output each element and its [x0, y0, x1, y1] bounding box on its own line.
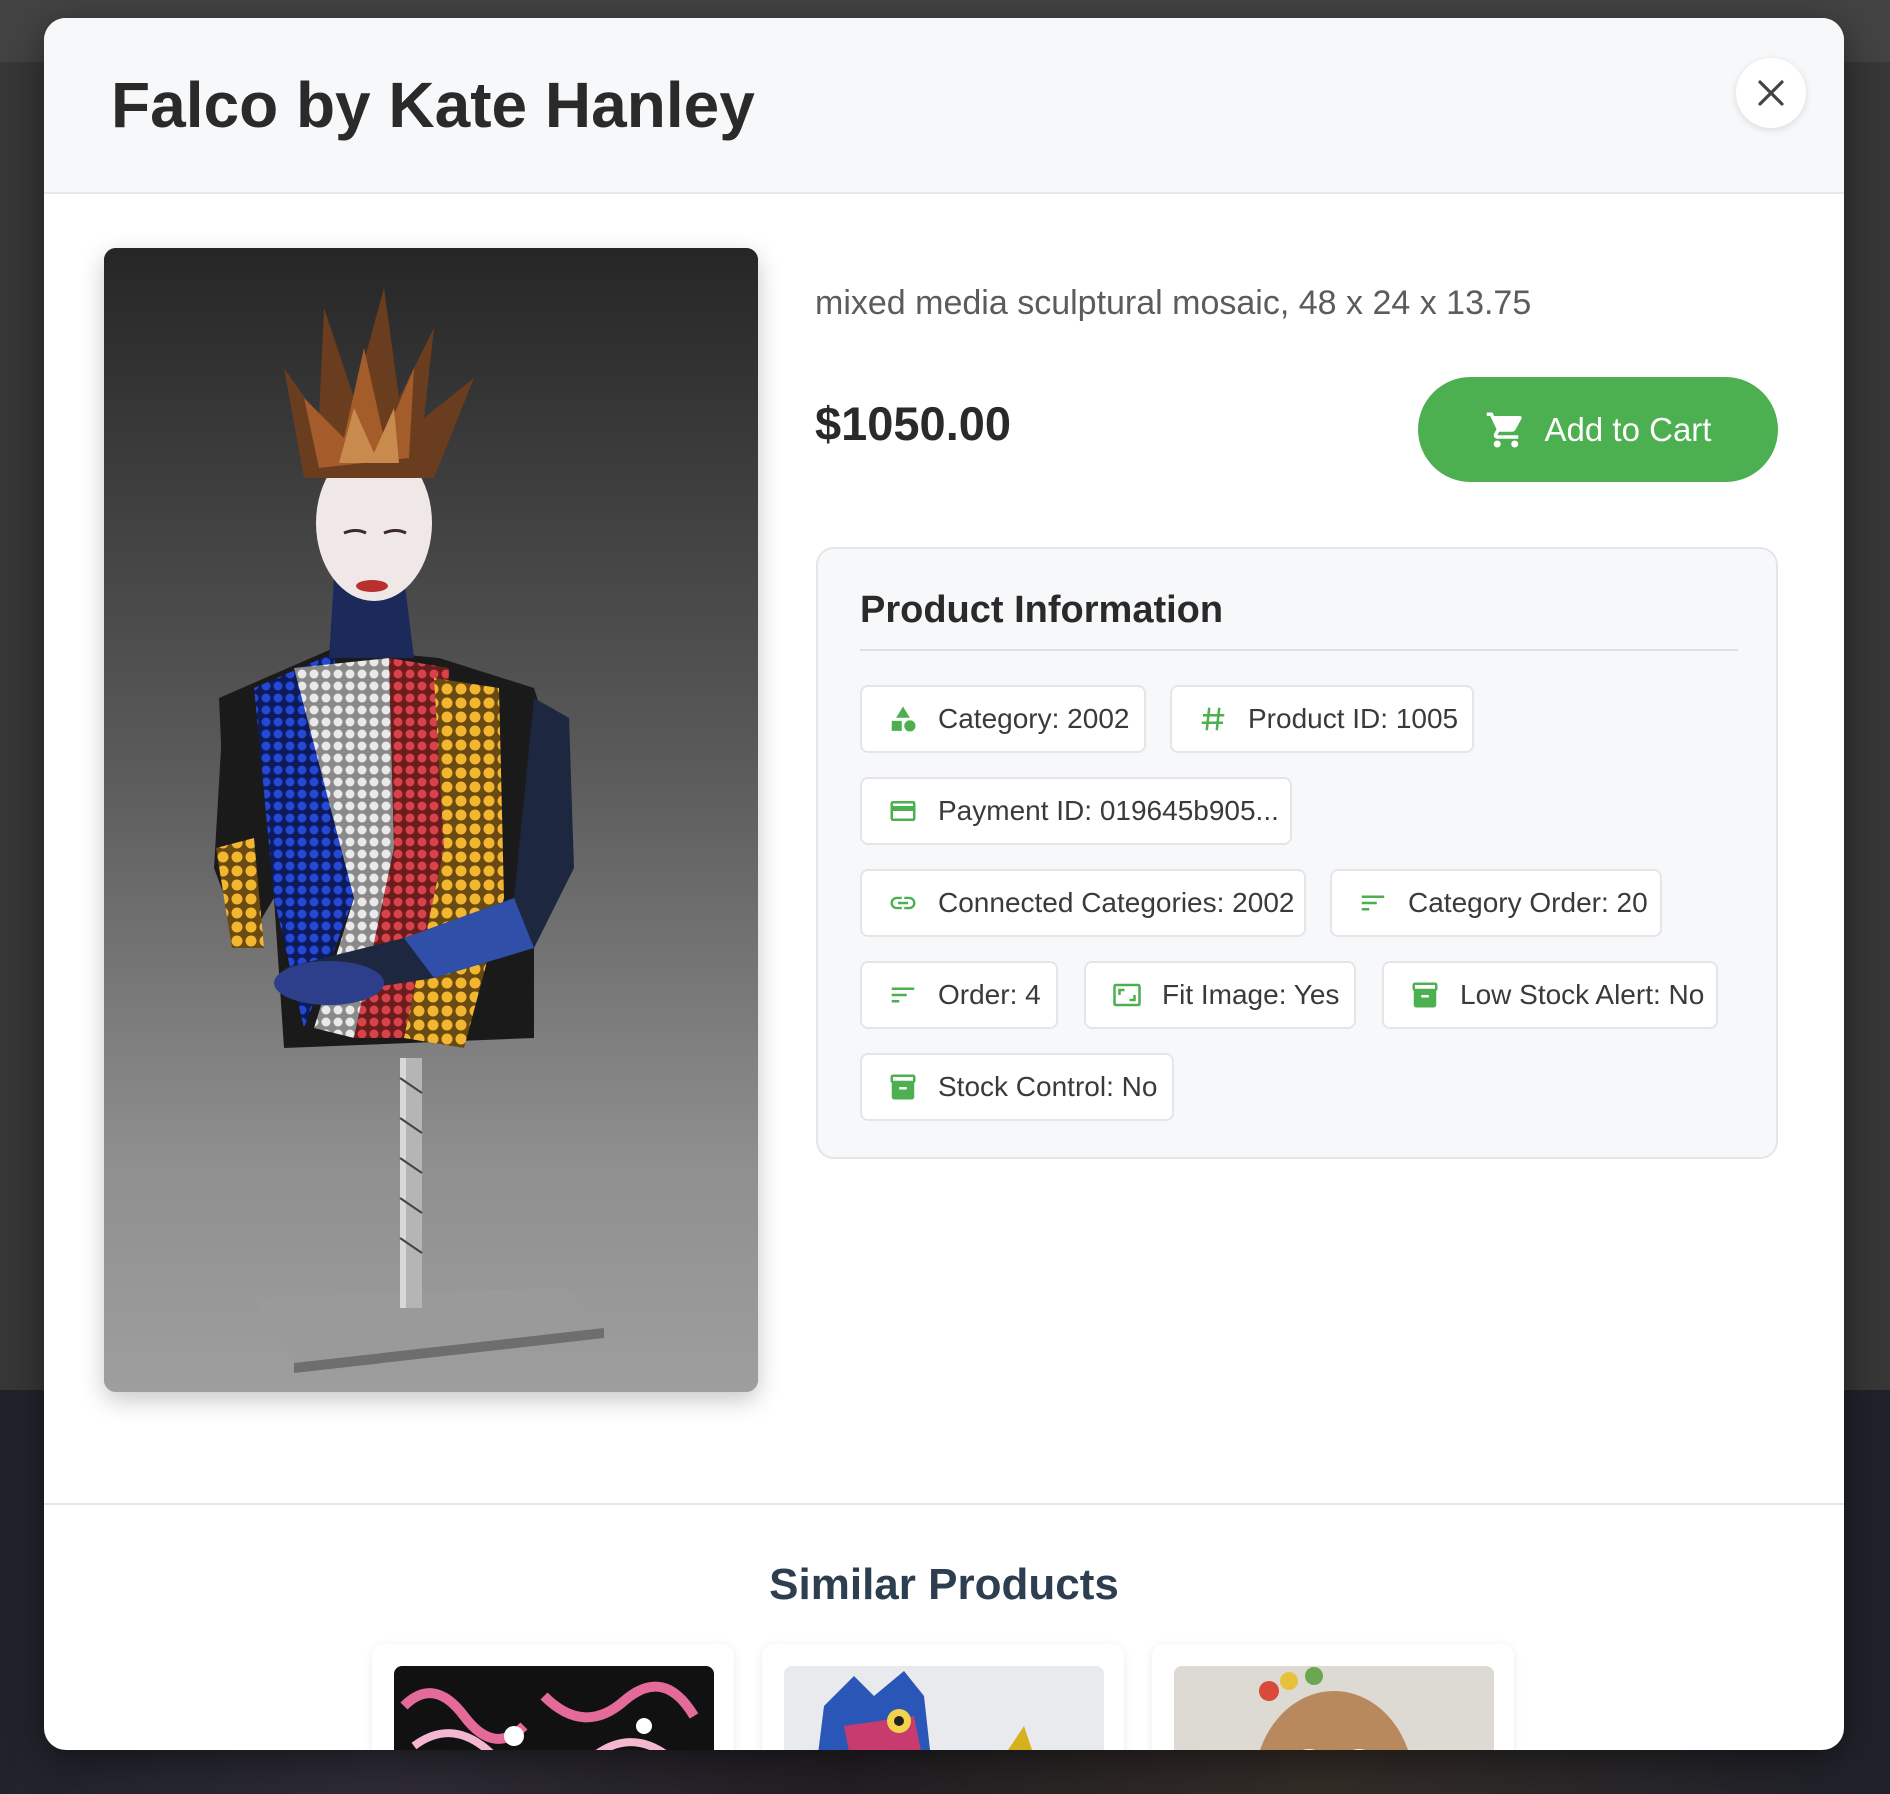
similar-product-card[interactable]	[372, 1644, 734, 1750]
chip-order: Order: 4	[860, 961, 1058, 1029]
similar-product-image	[1174, 1666, 1494, 1750]
similar-product-image	[394, 1666, 714, 1750]
product-description: mixed media sculptural mosaic, 48 x 24 x…	[815, 284, 1532, 322]
archive-icon	[1410, 980, 1440, 1010]
archive-icon	[888, 1072, 918, 1102]
chip-payment-id: Payment ID: 019645b905...	[860, 777, 1292, 845]
product-price: $1050.00	[815, 397, 1012, 450]
link-icon	[888, 888, 918, 918]
cart-icon	[1486, 412, 1522, 447]
similar-product-image	[784, 1666, 1104, 1750]
aspect-ratio-icon	[1112, 980, 1142, 1010]
add-to-cart-label: Add to Cart	[1544, 410, 1712, 448]
chip-connected-categories: Connected Categories: 2002	[860, 869, 1306, 937]
product-image	[104, 248, 758, 1392]
hash-icon	[1198, 704, 1228, 734]
chip-low-stock-alert: Low Stock Alert: No	[1382, 961, 1718, 1029]
product-information-divider	[860, 649, 1738, 651]
close-icon	[1758, 80, 1784, 106]
category-shapes-icon	[888, 704, 918, 734]
similar-products-title: Similar Products	[769, 1560, 1119, 1609]
credit-card-icon	[888, 796, 918, 826]
modal-header: Falco by Kate Hanley	[44, 18, 1844, 194]
similar-product-card[interactable]	[1152, 1644, 1514, 1750]
close-button[interactable]	[1736, 58, 1806, 128]
chip-category: Category: 2002	[860, 685, 1146, 753]
product-information-title: Product Information	[860, 589, 1224, 631]
section-divider	[44, 1503, 1844, 1505]
product-information-card: Product Information Category: 2002 Produ…	[816, 547, 1778, 1159]
chip-product-id: Product ID: 1005	[1170, 685, 1474, 753]
sort-icon	[1358, 888, 1388, 918]
similar-product-card[interactable]	[762, 1644, 1124, 1750]
add-to-cart-button[interactable]: Add to Cart	[1418, 377, 1778, 482]
chip-category-order: Category Order: 20	[1330, 869, 1662, 937]
sort-icon	[888, 980, 918, 1010]
modal-title: Falco by Kate Hanley	[111, 69, 755, 141]
chip-fit-image: Fit Image: Yes	[1084, 961, 1356, 1029]
product-modal: Falco by Kate Hanley mixed media sculptu…	[44, 18, 1844, 1750]
chip-stock-control: Stock Control: No	[860, 1053, 1174, 1121]
